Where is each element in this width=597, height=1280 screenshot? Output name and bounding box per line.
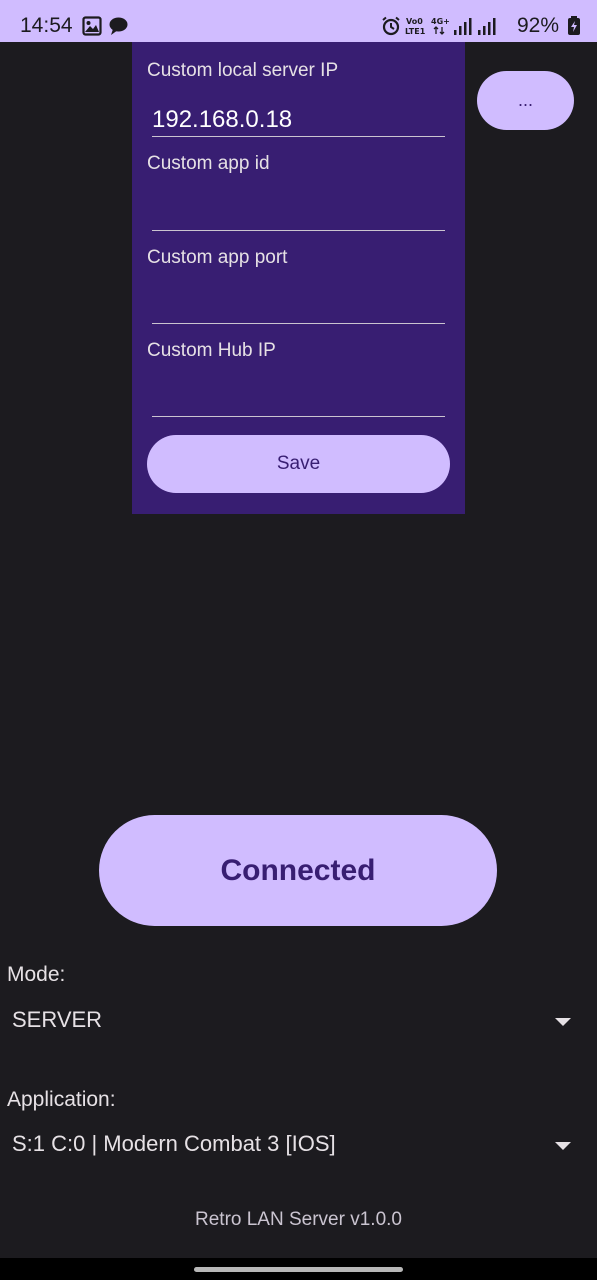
- status-time: 14:54: [20, 14, 73, 37]
- battery-percent: 92%: [516, 14, 559, 37]
- 4g-icon: 4G+: [431, 17, 449, 35]
- svg-text:LTE1: LTE1: [405, 27, 426, 36]
- svg-text:4G+: 4G+: [431, 17, 449, 26]
- volte-icon: Vo0 LTE1: [405, 17, 426, 36]
- dropdown-arrow-icon: [555, 1018, 571, 1026]
- local-server-ip-input[interactable]: [152, 103, 445, 137]
- image-icon: [82, 16, 102, 36]
- field-label-app-port: Custom app port: [147, 247, 288, 268]
- field-label-hub-ip: Custom Hub IP: [147, 340, 276, 361]
- svg-text:Vo0: Vo0: [406, 17, 423, 26]
- signal-icon: [478, 18, 496, 35]
- mode-selected-value: SERVER: [12, 1007, 103, 1032]
- field-label-app-id: Custom app id: [147, 153, 270, 174]
- status-bar: 14:54 Vo0 LTE1 4G+ 92%: [0, 0, 597, 42]
- field-label-local-server-ip: Custom local server IP: [147, 60, 339, 81]
- dropdown-arrow-icon: [555, 1142, 571, 1150]
- mode-label: Mode:: [7, 963, 66, 986]
- application-label: Application:: [7, 1088, 116, 1111]
- application-selected-value: S:1 C:0 | Modern Combat 3 [IOS]: [12, 1131, 336, 1156]
- connect-button[interactable]: Connected: [99, 815, 497, 926]
- more-options-button[interactable]: ...: [477, 71, 574, 130]
- chat-icon: [109, 17, 128, 35]
- application-dropdown[interactable]: S:1 C:0 | Modern Combat 3 [IOS]: [0, 1121, 597, 1169]
- navigation-bar: [0, 1258, 597, 1280]
- app-port-input[interactable]: [152, 290, 445, 324]
- signal-icon: [454, 18, 472, 35]
- status-right: Vo0 LTE1 4G+ 92%: [381, 14, 581, 38]
- settings-card: Custom local server IP Custom app id Cus…: [132, 42, 465, 514]
- hub-ip-input[interactable]: [152, 383, 445, 417]
- save-button[interactable]: Save: [147, 435, 450, 493]
- battery-charging-icon: [568, 16, 580, 35]
- alarm-icon: [382, 16, 400, 36]
- mode-dropdown[interactable]: SERVER: [0, 997, 597, 1045]
- app-version: Retro LAN Server v1.0.0: [195, 1209, 402, 1230]
- gesture-handle[interactable]: [194, 1267, 403, 1272]
- app-id-input[interactable]: [152, 197, 445, 231]
